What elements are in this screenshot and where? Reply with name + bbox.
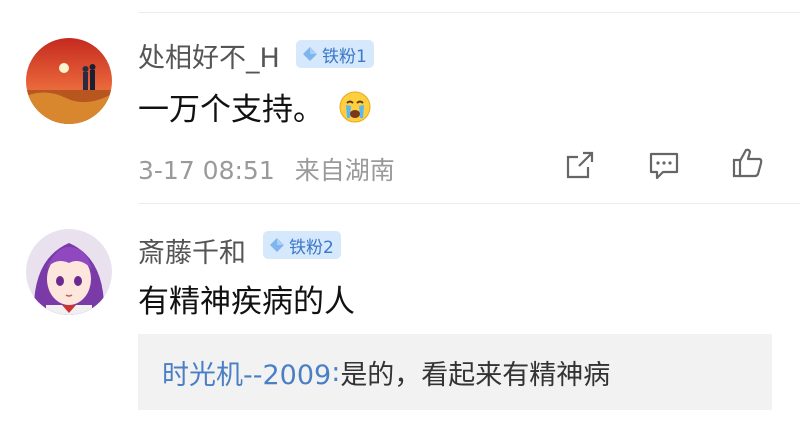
fan-badge[interactable]: 铁粉1 [296, 40, 374, 68]
comment-icon[interactable] [647, 148, 681, 182]
crying-face-emoji-icon [339, 91, 371, 123]
comment-divider [138, 203, 800, 204]
reply-separator: : [331, 356, 341, 388]
avatar[interactable] [26, 229, 112, 315]
badge-label: 铁粉2 [289, 237, 334, 258]
comment-meta: 3-17 08:51 来自湖南 [138, 151, 395, 187]
username[interactable]: 处相好不_H [138, 36, 280, 75]
reply-text: 是的，看起来有精神病 [340, 359, 611, 391]
comment-text: 一万个支持。 [138, 84, 372, 129]
fan-badge[interactable]: 铁粉2 [263, 231, 341, 259]
reply-preview[interactable]: 时光机--2009 : 是的，看起来有精神病 [138, 334, 772, 410]
avatar[interactable] [26, 38, 112, 124]
comment-text: 有精神疾病的人 [138, 284, 355, 320]
location: 来自湖南 [294, 156, 395, 185]
share-icon[interactable] [563, 148, 597, 182]
avatar-image [26, 229, 112, 315]
timestamp: 3-17 08:51 [138, 156, 275, 185]
comment-text-body: 一万个支持。 [138, 92, 324, 128]
username[interactable]: 斎藤千和 [138, 231, 246, 270]
reply-username[interactable]: 时光机--2009 [162, 353, 331, 392]
diamond-icon [270, 238, 284, 252]
badge-label: 铁粉1 [322, 46, 367, 67]
diamond-icon [303, 47, 317, 61]
avatar-image [26, 38, 112, 124]
thumbs-up-icon[interactable] [731, 146, 765, 180]
top-divider [138, 12, 800, 13]
